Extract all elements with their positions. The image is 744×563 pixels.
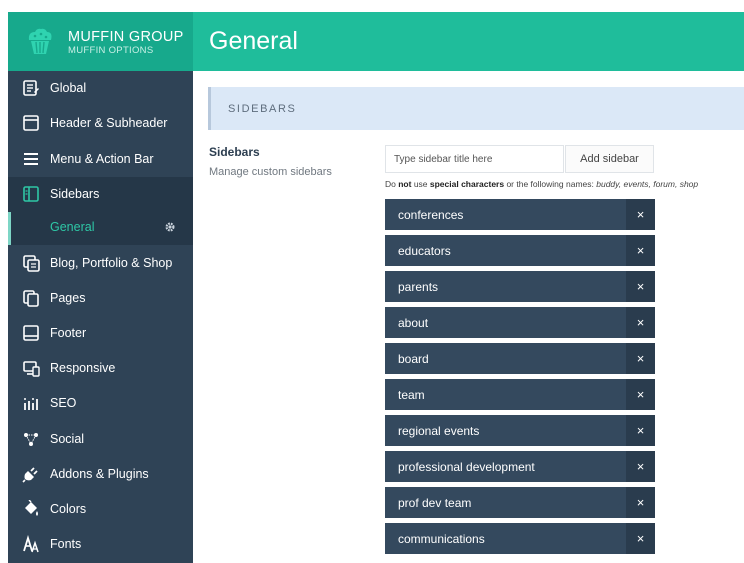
sidebar-name: prof dev team (398, 496, 472, 510)
list-item: parents × (385, 271, 655, 302)
sidebar-item-global[interactable]: Global (8, 71, 193, 106)
hint-text: Do (385, 179, 399, 189)
sidebar-item-seo[interactable]: SEO (8, 386, 193, 421)
sidebar-name: educators (398, 244, 451, 258)
list-item: educators × (385, 235, 655, 266)
page-title: General (209, 27, 298, 55)
sidebar-name: communications (398, 532, 485, 546)
hint-text: or the following names: (504, 179, 597, 189)
submenu-item-label: General (50, 220, 95, 234)
sidebar-item-header[interactable]: Header & Subheader (8, 106, 193, 141)
sidebar-item-menu[interactable]: Menu & Action Bar (8, 142, 193, 177)
section-label: SIDEBARS (228, 103, 297, 115)
list-item: board × (385, 343, 655, 374)
sidebar-item-label: Footer (50, 326, 87, 340)
sidebar-item-footer[interactable]: Footer (8, 316, 193, 351)
add-sidebar-button[interactable]: Add sidebar (565, 145, 654, 173)
sidebar-name: professional development (398, 460, 535, 474)
sidebar-item-pages[interactable]: Pages (8, 281, 193, 316)
section-heading: SIDEBARS (208, 87, 744, 130)
remove-sidebar-button[interactable]: × (626, 271, 655, 302)
list-item: conferences × (385, 199, 655, 230)
remove-sidebar-button[interactable]: × (626, 235, 655, 266)
list-item: regional events × (385, 415, 655, 446)
field-title: Sidebars (209, 145, 260, 159)
sidebar-item-label: Responsive (50, 361, 116, 375)
hint-text: use (411, 179, 430, 189)
gear-icon (165, 222, 175, 232)
sidebar-name: conferences (398, 208, 464, 222)
sidebar-item-blog[interactable]: Blog, Portfolio & Shop (8, 246, 193, 281)
remove-sidebar-button[interactable]: × (626, 307, 655, 338)
colors-icon (25, 500, 38, 516)
social-icon (24, 433, 38, 446)
remove-sidebar-button[interactable]: × (626, 523, 655, 554)
hint-emphasis: not (398, 179, 412, 189)
sidebar-item-addons[interactable]: Addons & Plugins (8, 457, 193, 492)
active-indicator (8, 212, 11, 245)
window-top-edge (0, 0, 744, 12)
seo-icon (24, 398, 38, 410)
page-header: General (193, 12, 744, 71)
sidebar-item-social[interactable]: Social (8, 422, 193, 457)
sidebar-item-sidebars[interactable]: Sidebars (8, 177, 193, 212)
sidebar-item-label: Header & Subheader (50, 116, 168, 130)
remove-sidebar-button[interactable]: × (626, 415, 655, 446)
muffin-logo-icon (28, 28, 52, 54)
sidebar-item-label: Social (50, 432, 85, 446)
sidebar-name: about (398, 316, 429, 330)
list-item: communications × (385, 523, 655, 554)
sidebar-name: regional events (398, 424, 480, 438)
sidebar-item-label: Blog, Portfolio & Shop (50, 256, 173, 270)
sidebar-item-label: Pages (50, 291, 86, 305)
window-left-edge (0, 12, 8, 563)
list-item: prof dev team × (385, 487, 655, 518)
submenu-item-general[interactable]: General (8, 212, 193, 245)
sidebar-item-label: Fonts (50, 537, 82, 551)
sidebar-name: board (398, 352, 429, 366)
sidebar-item-fonts[interactable]: Fonts (8, 527, 193, 562)
sidebar-item-label: Colors (50, 502, 87, 516)
field-hint: Do not use special characters or the fol… (385, 179, 698, 189)
responsive-icon (23, 361, 40, 377)
sidebar-item-label: Addons & Plugins (50, 467, 149, 481)
list-item: professional development × (385, 451, 655, 482)
sidebars-icon (23, 186, 39, 202)
sidebar-title-input[interactable] (385, 145, 564, 173)
list-item: team × (385, 379, 655, 410)
list-item: about × (385, 307, 655, 338)
sidebar-name: team (398, 388, 425, 402)
fonts-icon (23, 535, 39, 553)
remove-sidebar-button[interactable]: × (626, 487, 655, 518)
hint-reserved-names: buddy, events, forum, shop (596, 179, 699, 189)
sidebar-name: parents (398, 280, 439, 294)
brand-name: MUFFIN GROUP (68, 29, 184, 45)
plugin-icon (22, 467, 38, 483)
sidebar-item-label: Global (50, 81, 87, 95)
hint-emphasis: special characters (429, 179, 505, 189)
global-icon (23, 80, 39, 96)
remove-sidebar-button[interactable]: × (626, 379, 655, 410)
brand-block: MUFFIN GROUP MUFFIN OPTIONS (8, 12, 193, 71)
brand-subtitle: MUFFIN OPTIONS (68, 45, 154, 56)
sidebar-item-label: Menu & Action Bar (50, 152, 154, 166)
header-icon (23, 115, 39, 131)
sidebar-item-responsive[interactable]: Responsive (8, 351, 193, 386)
menu-icon (24, 153, 38, 165)
sidebar-item-label: Sidebars (50, 187, 100, 201)
pages-icon (23, 290, 39, 307)
blog-icon (23, 255, 40, 272)
remove-sidebar-button[interactable]: × (626, 451, 655, 482)
remove-sidebar-button[interactable]: × (626, 343, 655, 374)
footer-icon (23, 325, 39, 341)
sidebar-item-label: SEO (50, 396, 77, 410)
remove-sidebar-button[interactable]: × (626, 199, 655, 230)
field-description: Manage custom sidebars (209, 166, 332, 178)
sidebar-item-colors[interactable]: Colors (8, 492, 193, 527)
